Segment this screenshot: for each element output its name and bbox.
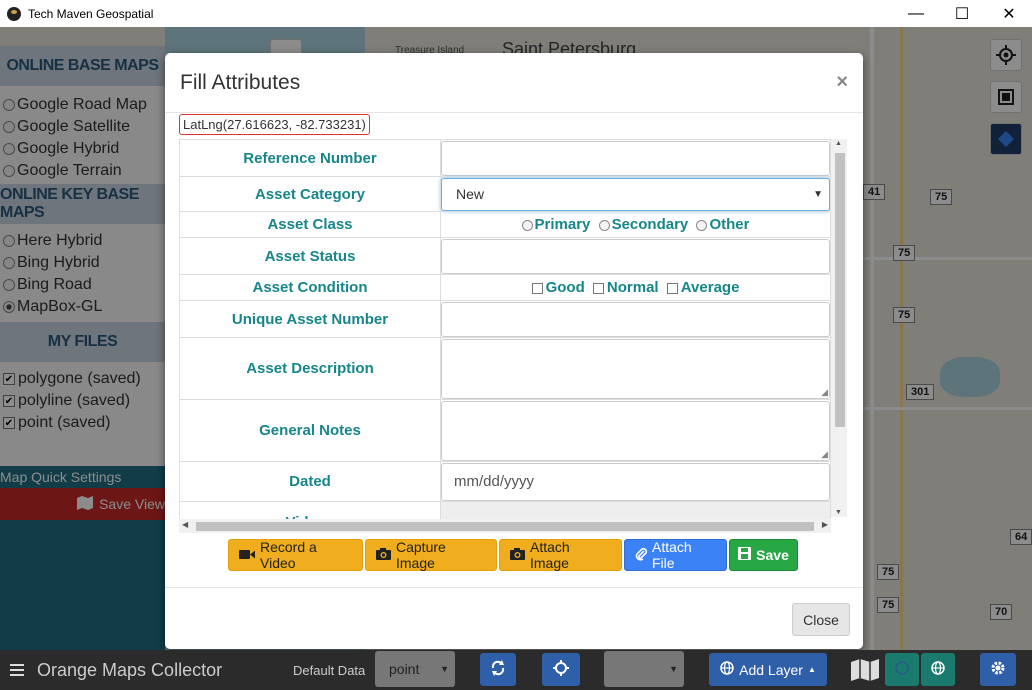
layer-select[interactable]: ▼ (604, 651, 684, 687)
asset-class-label: Asset Class (179, 211, 441, 238)
unique-asset-number-label: Unique Asset Number (179, 300, 441, 338)
attach-image-button[interactable]: Attach Image (499, 539, 622, 571)
maximize-button[interactable]: ☐ (939, 0, 985, 27)
scroll-down-icon[interactable]: ▼ (835, 509, 842, 516)
refresh-button[interactable] (480, 653, 516, 686)
asset-status-input[interactable] (441, 238, 830, 274)
asset-description-label: Asset Description (179, 337, 441, 400)
crosshair-icon (553, 660, 569, 679)
camera-icon (510, 547, 525, 563)
capture-image-label: Capture Image (396, 539, 446, 571)
bottom-toolbar: Orange Maps Collector Default Data point… (0, 650, 1032, 690)
hamburger-menu-icon[interactable] (10, 650, 24, 690)
general-notes-textarea[interactable]: ◢ (441, 400, 830, 461)
save-button[interactable]: Save (729, 539, 798, 571)
dated-input[interactable]: mm/dd/yyyy (441, 462, 830, 501)
checkbox-icon[interactable] (531, 282, 543, 294)
add-layer-button[interactable]: Add Layer ▲ (709, 653, 827, 686)
window-close-button[interactable]: ✕ (986, 0, 1032, 27)
radio-icon[interactable] (696, 219, 708, 231)
floppy-disk-icon (738, 547, 752, 563)
minimize-button[interactable]: — (893, 0, 939, 27)
default-data-select[interactable]: point ▼ (375, 651, 455, 687)
checkbox-icon[interactable] (592, 282, 604, 294)
settings-button[interactable] (980, 653, 1016, 686)
reference-number-label: Reference Number (179, 139, 441, 177)
chevron-down-icon: ▼ (669, 664, 678, 674)
option-other: Other (709, 216, 750, 233)
globe-icon (931, 661, 945, 678)
option-average: Average (680, 279, 740, 296)
scroll-right-icon[interactable]: ▶ (822, 520, 828, 529)
action-button-row: Record a Video Capture Image Attach Imag… (228, 539, 798, 571)
latlng-badge: LatLng(27.616623, -82.733231) (179, 114, 370, 135)
modal-close-icon[interactable]: × (836, 71, 848, 94)
unique-asset-number-input[interactable] (441, 301, 830, 337)
default-data-label: Default Data (293, 662, 366, 678)
radio-icon[interactable] (521, 219, 533, 231)
horizontal-scroll-thumb[interactable] (196, 522, 814, 531)
asset-category-value: New (456, 186, 485, 202)
globe-button[interactable] (921, 653, 955, 686)
camera-icon (376, 547, 391, 563)
asset-status-label: Asset Status (179, 237, 441, 275)
record-video-label: Record a Video (260, 539, 317, 571)
video-camera-icon (239, 547, 255, 563)
asset-category-select[interactable]: New ▼ (441, 177, 830, 211)
checkbox-icon[interactable] (666, 282, 678, 294)
modal-title: Fill Attributes (180, 71, 301, 94)
asset-category-label: Asset Category (179, 176, 441, 212)
fill-attributes-modal: Fill Attributes × LatLng(27.616623, -82.… (165, 53, 863, 649)
window-titlebar: Tech Maven Geospatial — ☐ ✕ (0, 0, 1032, 27)
attach-image-label: Attach Image (530, 539, 570, 571)
asset-description-textarea[interactable]: ◢ (441, 338, 830, 399)
map-icon[interactable] (851, 650, 879, 690)
save-label: Save (756, 547, 789, 563)
chevron-down-icon: ▼ (440, 664, 449, 674)
asset-condition-label: Asset Condition (179, 274, 441, 301)
reference-number-input[interactable] (441, 140, 830, 176)
option-primary: Primary (534, 216, 591, 233)
modal-footer: Close (165, 587, 863, 649)
general-notes-label: General Notes (179, 399, 441, 462)
resize-handle-icon[interactable]: ◢ (821, 449, 828, 460)
vertical-scroll-thumb[interactable] (835, 153, 845, 427)
caret-up-icon: ▲ (807, 665, 816, 674)
attach-file-label: Attach File (652, 539, 692, 571)
globe-icon (720, 661, 734, 678)
option-good: Good (545, 279, 585, 296)
option-normal: Normal (606, 279, 659, 296)
add-layer-label: Add Layer (739, 661, 803, 678)
gear-icon (990, 660, 1006, 679)
resize-handle-icon[interactable]: ◢ (821, 387, 828, 398)
app-name: Orange Maps Collector (37, 659, 223, 680)
refresh-icon (490, 660, 506, 679)
modal-header: Fill Attributes × (165, 53, 863, 113)
record-video-button[interactable]: Record a Video (228, 539, 363, 571)
dated-label: Dated (179, 461, 441, 502)
horizontal-scrollbar[interactable]: ◀ ▶ (179, 519, 831, 533)
window-title: Tech Maven Geospatial (28, 6, 154, 21)
paperclip-icon (635, 547, 648, 564)
vertical-scrollbar[interactable]: ▲ ▼ (831, 139, 847, 517)
chevron-down-icon: ▼ (813, 188, 823, 200)
attributes-form: Reference Number Asset Category New ▼ As… (179, 139, 847, 533)
asset-condition-options: Good Normal Average (440, 274, 831, 301)
app-logo-icon (7, 6, 21, 21)
dated-placeholder: mm/dd/yyyy (454, 473, 535, 490)
asset-class-options: Primary Secondary Other (440, 211, 831, 238)
close-button[interactable]: Close (792, 603, 850, 636)
capture-image-button[interactable]: Capture Image (365, 539, 497, 571)
crosshair-button[interactable] (542, 653, 580, 686)
globe-button[interactable] (885, 653, 919, 686)
default-data-value: point (389, 661, 420, 677)
scroll-left-icon[interactable]: ◀ (182, 520, 188, 529)
radio-icon[interactable] (598, 219, 610, 231)
attach-file-button[interactable]: Attach File (624, 539, 727, 571)
option-secondary: Secondary (611, 216, 689, 233)
globe-icon (895, 661, 909, 678)
scroll-up-icon[interactable]: ▲ (835, 140, 842, 147)
